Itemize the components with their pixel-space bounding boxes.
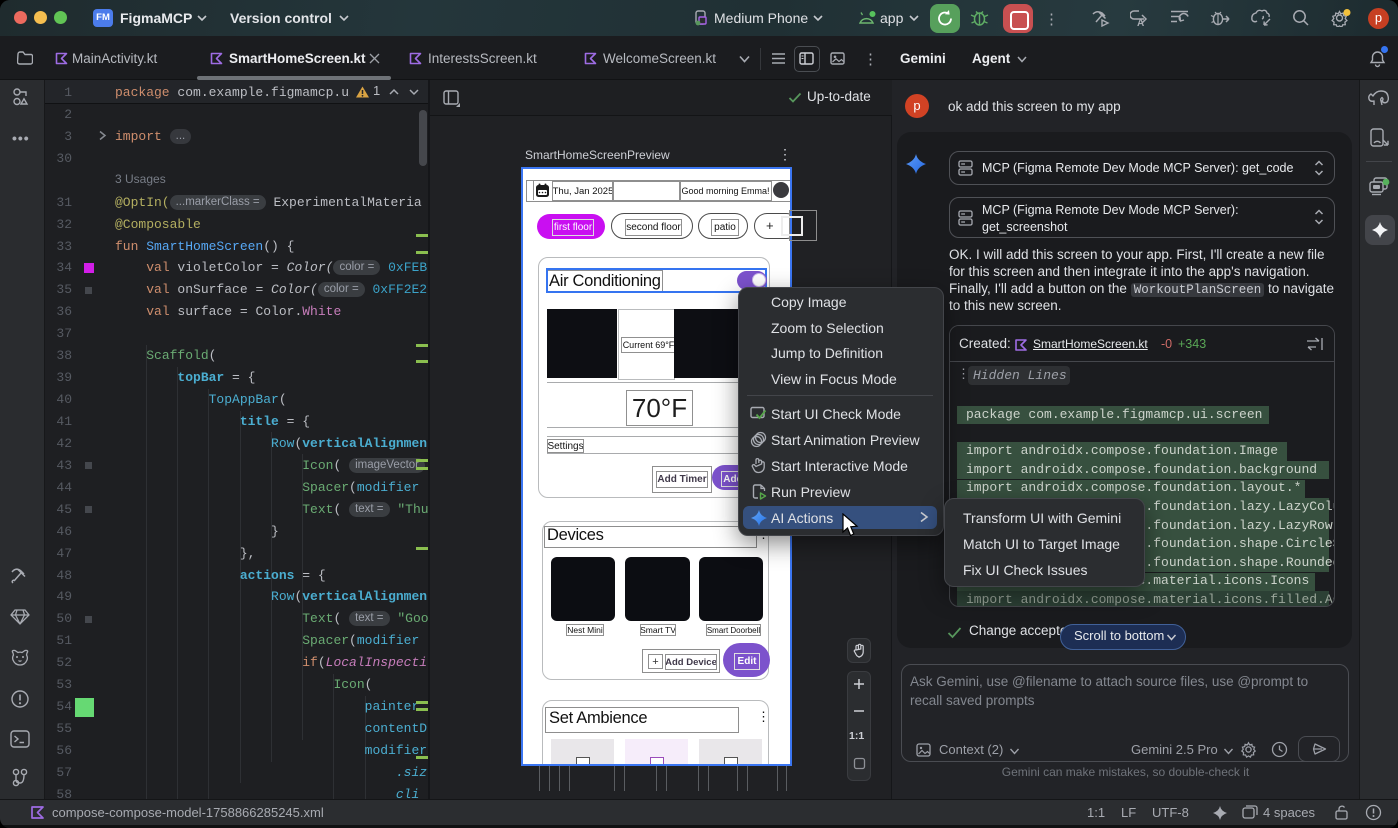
svg-text:A: A	[1137, 18, 1144, 27]
